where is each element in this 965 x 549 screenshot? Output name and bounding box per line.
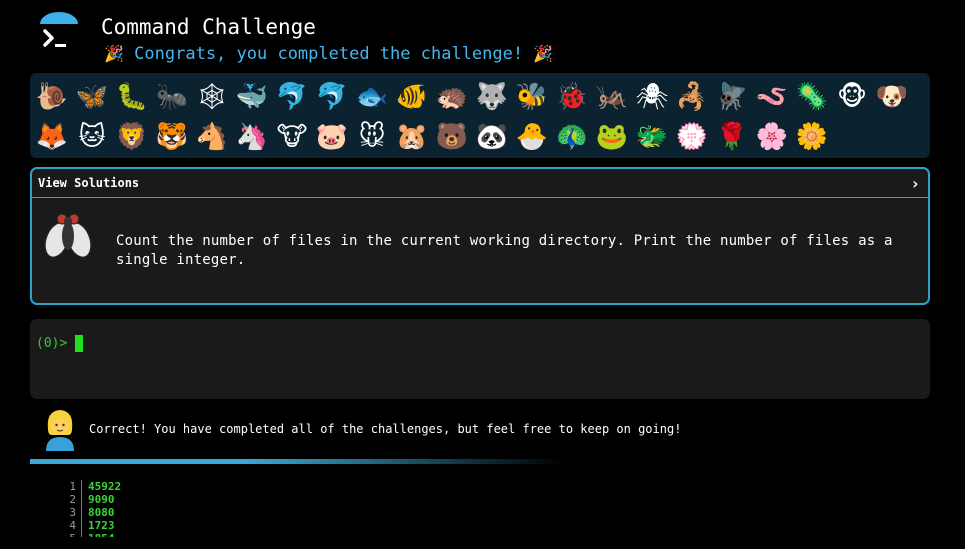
line-number: 3 — [60, 506, 82, 519]
output-value: 8080 — [88, 506, 115, 519]
command-output: 14592229090380804172351854 — [60, 480, 121, 537]
terminal-logo-icon[interactable] — [36, 10, 82, 56]
terminal-prompt: (0)> — [36, 336, 68, 351]
challenge-emoji-icon[interactable]: 🐲 — [632, 117, 672, 157]
challenge-emoji-icon[interactable]: 🕸 — [192, 77, 232, 117]
output-value: 9090 — [88, 493, 115, 506]
output-line: 3 8080 — [60, 506, 121, 519]
progress-bar — [30, 459, 565, 464]
challenge-emoji-icon[interactable]: 🐞 — [552, 77, 592, 117]
challenge-emoji-icon[interactable]: 🐌 — [32, 77, 72, 117]
emoji-row: 🐌 🦋 🐛 🐜 🕸 🐳 🐬 🐬 🐟 🐠 🦔 🐺 🐝 🐞 🦗 🕷 🦂 🪰 🪱 🦠 🐵 🐶 — [32, 77, 930, 117]
feedback-text: Correct! You have completed all of the c… — [89, 422, 682, 436]
challenge-emoji-icon[interactable]: 🐣 — [512, 117, 552, 157]
challenge-emoji-icon[interactable]: 🐛 — [112, 77, 152, 117]
challenge-emoji-icon[interactable]: 🐬 — [272, 77, 312, 117]
challenge-emoji-icon[interactable]: 🐶 — [872, 77, 912, 117]
challenge-emoji-icon[interactable]: 🦂 — [672, 77, 712, 117]
challenge-emoji-icon[interactable]: 🐬 — [312, 77, 352, 117]
output-line: 1 45922 — [60, 480, 121, 493]
terminal-cursor — [75, 335, 83, 352]
challenge-emoji-icon[interactable]: 🐝 — [512, 77, 552, 117]
challenge-emoji-icon[interactable]: 🪰 — [712, 77, 752, 117]
challenge-emoji-icon[interactable]: 🦊 — [32, 117, 72, 157]
challenge-emoji-icon[interactable]: 🪱 — [752, 77, 792, 117]
challenge-emoji-icon[interactable]: 🌸 — [752, 117, 792, 157]
challenge-emoji-icon[interactable]: 🦗 — [592, 77, 632, 117]
challenge-emoji-icon[interactable]: 🐹 — [392, 117, 432, 157]
output-line: 4 1723 — [60, 519, 121, 532]
challenge-emoji-icon[interactable]: 🐭 — [352, 117, 392, 157]
challenge-emoji-icon[interactable]: 🐸 — [592, 117, 632, 157]
congrats-text: Congrats, you completed the challenge! — [134, 44, 524, 64]
challenge-emoji-icon[interactable]: 🐷 — [312, 117, 352, 157]
challenge-emoji-icon[interactable]: 🦠 — [792, 77, 832, 117]
challenge-emoji-icon[interactable]: 🦚 — [552, 117, 592, 157]
challenge-emoji-icon[interactable]: 🌹 — [712, 117, 752, 157]
challenge-emoji-icon[interactable]: 🐴 — [192, 117, 232, 157]
challenge-emoji-icon[interactable]: 🐮 — [272, 117, 312, 157]
progress-bar-fill — [30, 459, 565, 464]
output-line: 2 9090 — [60, 493, 121, 506]
fly-icon — [44, 213, 92, 261]
line-number: 2 — [60, 493, 82, 506]
line-number: 4 — [60, 519, 82, 532]
challenge-emoji-icon[interactable]: 🐵 — [832, 77, 872, 117]
party-popper-icon: 🎉 — [533, 44, 554, 63]
output-value: 45922 — [88, 480, 122, 493]
challenge-emoji-icon[interactable]: 🐟 — [352, 77, 392, 117]
challenge-description: Count the number of files in the current… — [116, 233, 893, 268]
challenge-emoji-icon[interactable]: 🐜 — [152, 77, 192, 117]
challenge-emoji-icon[interactable]: 🌼 — [792, 117, 832, 157]
output-value: 1854 — [82, 532, 115, 537]
chevron-right-icon: › — [910, 173, 920, 193]
line-number: 5 — [60, 532, 82, 537]
challenge-panel: View Solutions › Count the number of fil… — [30, 167, 930, 305]
challenge-emoji-icon[interactable]: 🐻 — [432, 117, 472, 157]
challenge-emoji-icon[interactable]: 💮 — [672, 117, 712, 157]
feedback-message: Correct! You have completed all of the c… — [0, 405, 965, 455]
line-number: 1 — [60, 480, 82, 493]
header: Command Challenge 🎉 Congrats, you comple… — [0, 0, 965, 72]
output-value: 1723 — [88, 519, 115, 532]
view-solutions-label: View Solutions — [38, 176, 140, 190]
challenge-emoji-icon[interactable]: 🐼 — [472, 117, 512, 157]
challenge-emoji-icon[interactable]: 🐠 — [392, 77, 432, 117]
challenge-emoji-icon[interactable]: 🐱 — [72, 117, 112, 157]
challenge-emoji-strip: 🐌 🦋 🐛 🐜 🕸 🐳 🐬 🐬 🐟 🐠 🦔 🐺 🐝 🐞 🦗 🕷 🦂 🪰 🪱 🦠 🐵 🐶 🦊 🐱 🦁 🐯 🐴 🦄 🐮 🐷 🐭 🐹 🐻 🐼 🐣 🦚 🐸 🐲 💮… — [30, 73, 930, 158]
party-popper-icon: 🎉 — [104, 44, 124, 63]
challenge-emoji-icon[interactable]: 🕷 — [632, 77, 672, 117]
terminal-input-area[interactable]: (0)> — [30, 319, 930, 399]
challenge-emoji-icon[interactable]: 🦋 — [72, 77, 112, 117]
challenge-emoji-icon[interactable]: 🦁 — [112, 117, 152, 157]
challenge-body: Count the number of files in the current… — [32, 198, 928, 304]
challenge-emoji-icon[interactable]: 🦔 — [432, 77, 472, 117]
challenge-emoji-icon[interactable]: 🦄 — [232, 117, 272, 157]
challenge-emoji-icon[interactable]: 🐯 — [152, 117, 192, 157]
output-line: 51854 — [60, 532, 121, 537]
woman-avatar-icon — [46, 410, 74, 451]
view-solutions-toggle[interactable]: View Solutions › — [32, 169, 928, 198]
emoji-row: 🦊 🐱 🦁 🐯 🐴 🦄 🐮 🐷 🐭 🐹 🐻 🐼 🐣 🦚 🐸 🐲 💮 🌹 🌸 🌼 — [32, 117, 930, 157]
page-title: Command Challenge — [101, 15, 316, 39]
congrats-message: 🎉 Congrats, you completed the challenge!… — [104, 44, 553, 64]
challenge-emoji-icon[interactable]: 🐺 — [472, 77, 512, 117]
challenge-emoji-icon[interactable]: 🐳 — [232, 77, 272, 117]
